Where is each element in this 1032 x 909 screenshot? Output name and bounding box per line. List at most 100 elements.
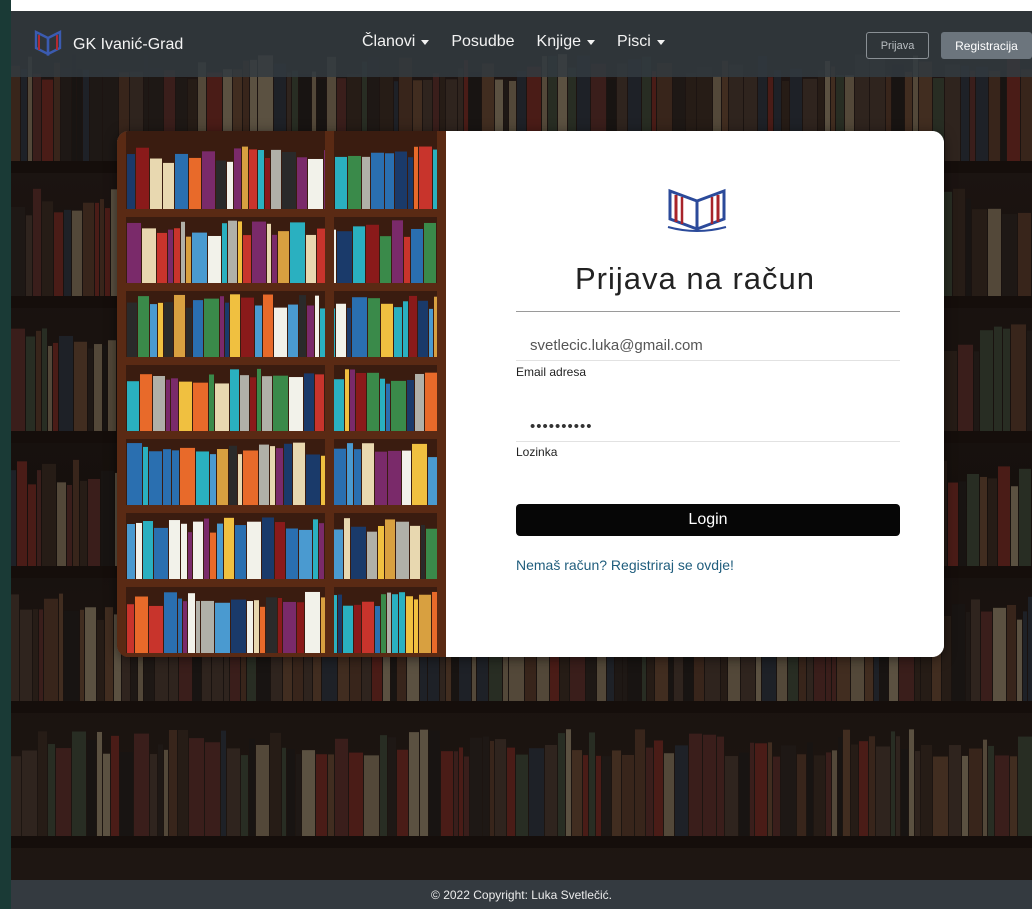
nav-link-knjige[interactable]: Knjige	[537, 33, 596, 51]
book-spine	[242, 146, 248, 209]
book-spine	[172, 450, 179, 505]
book-spine	[149, 451, 162, 505]
book-spine	[247, 601, 253, 653]
book-spine	[164, 302, 173, 357]
book-spine	[337, 231, 352, 283]
book-spine	[424, 222, 436, 283]
book-spine	[288, 304, 298, 357]
email-input[interactable]	[516, 331, 900, 361]
book-spine	[258, 150, 264, 209]
book-spine	[174, 228, 180, 283]
book-spine	[262, 376, 272, 431]
prijava-button[interactable]: Prijava	[866, 32, 929, 59]
book-spine	[345, 369, 349, 431]
book-spine	[163, 162, 174, 209]
book-spine	[143, 446, 148, 505]
book-spine	[412, 443, 427, 505]
register-link[interactable]: Nemaš račun? Registriraj se ovdje!	[516, 557, 734, 573]
login-form: Prijava na račun Email adresa Lozinka Lo…	[446, 131, 944, 657]
bookcase-post	[437, 131, 446, 657]
book-spine	[243, 235, 251, 283]
book-spine	[351, 526, 366, 579]
book-spine	[157, 232, 167, 283]
window-left-edge	[0, 0, 11, 909]
book-spine	[367, 531, 377, 579]
book-spine	[409, 295, 417, 357]
book-spine	[299, 295, 306, 357]
book-spine	[154, 527, 168, 579]
book-spine	[282, 151, 296, 209]
book-spine	[362, 156, 370, 209]
book-spine	[335, 156, 347, 209]
book-spine	[127, 154, 135, 209]
book-spine	[127, 381, 139, 431]
book-spine	[229, 445, 237, 505]
book-spine	[315, 374, 324, 431]
book-spine	[352, 297, 367, 357]
book-spine	[415, 373, 424, 431]
book-spine	[375, 451, 387, 505]
book-spine	[278, 231, 289, 283]
book-spine	[193, 382, 208, 431]
book-spine	[201, 600, 214, 653]
book-spine	[380, 236, 391, 283]
nav-link-posudbe[interactable]: Posudbe	[451, 33, 514, 51]
book-spine	[136, 522, 142, 579]
book-spine	[228, 220, 237, 283]
shelf-plank	[117, 579, 446, 587]
book-spine	[174, 294, 185, 357]
book-spine	[278, 597, 282, 653]
password-input[interactable]	[516, 411, 900, 442]
open-book-icon	[33, 29, 63, 61]
book-spine	[189, 157, 201, 209]
book-spine	[403, 301, 408, 357]
book-spine	[338, 594, 342, 653]
book-spine	[241, 297, 254, 357]
book-spine	[171, 378, 178, 431]
book-spine	[399, 592, 405, 653]
book-spine	[260, 606, 265, 653]
registracija-button[interactable]: Registracija	[941, 32, 1032, 59]
navbar-brand[interactable]: GK Ivanić-Grad	[33, 29, 183, 61]
nav-link-clanovi[interactable]: Članovi	[362, 33, 430, 51]
book-spine	[306, 454, 320, 505]
book-spine	[388, 450, 401, 505]
book-spine	[286, 528, 298, 579]
bookshelf-photo-art	[117, 131, 446, 657]
book-spine	[168, 229, 173, 283]
shelf-plank	[117, 209, 446, 217]
book-spine	[150, 158, 162, 209]
book-spine	[135, 596, 148, 653]
book-spine	[267, 223, 271, 283]
password-label: Lozinka	[516, 445, 558, 459]
book-spine	[234, 148, 241, 209]
book-spine	[136, 147, 149, 209]
book-spine	[307, 305, 314, 357]
book-spine	[215, 383, 229, 431]
book-spine	[381, 303, 393, 357]
book-spine	[188, 593, 195, 653]
book-spine	[257, 368, 261, 431]
book-spine	[313, 519, 318, 579]
book-spine	[354, 604, 361, 653]
book-spine	[164, 592, 177, 653]
book-spine	[297, 602, 304, 653]
login-button[interactable]: Login	[516, 504, 900, 536]
book-spine	[180, 447, 195, 505]
book-spine	[395, 151, 407, 209]
book-spine	[149, 605, 163, 653]
nav-link-pisci[interactable]: Pisci	[617, 33, 665, 51]
book-spine	[243, 450, 258, 505]
book-spine	[127, 443, 142, 505]
caret-down-icon	[587, 39, 596, 45]
book-spine	[220, 296, 224, 357]
book-spine	[143, 521, 153, 579]
book-spine	[240, 375, 249, 431]
caret-down-icon	[421, 39, 430, 45]
book-spine	[347, 443, 353, 505]
book-spine	[238, 221, 242, 283]
book-spine	[217, 449, 228, 505]
book-spine	[150, 304, 157, 357]
book-spine	[353, 226, 365, 283]
book-spine	[196, 451, 209, 505]
